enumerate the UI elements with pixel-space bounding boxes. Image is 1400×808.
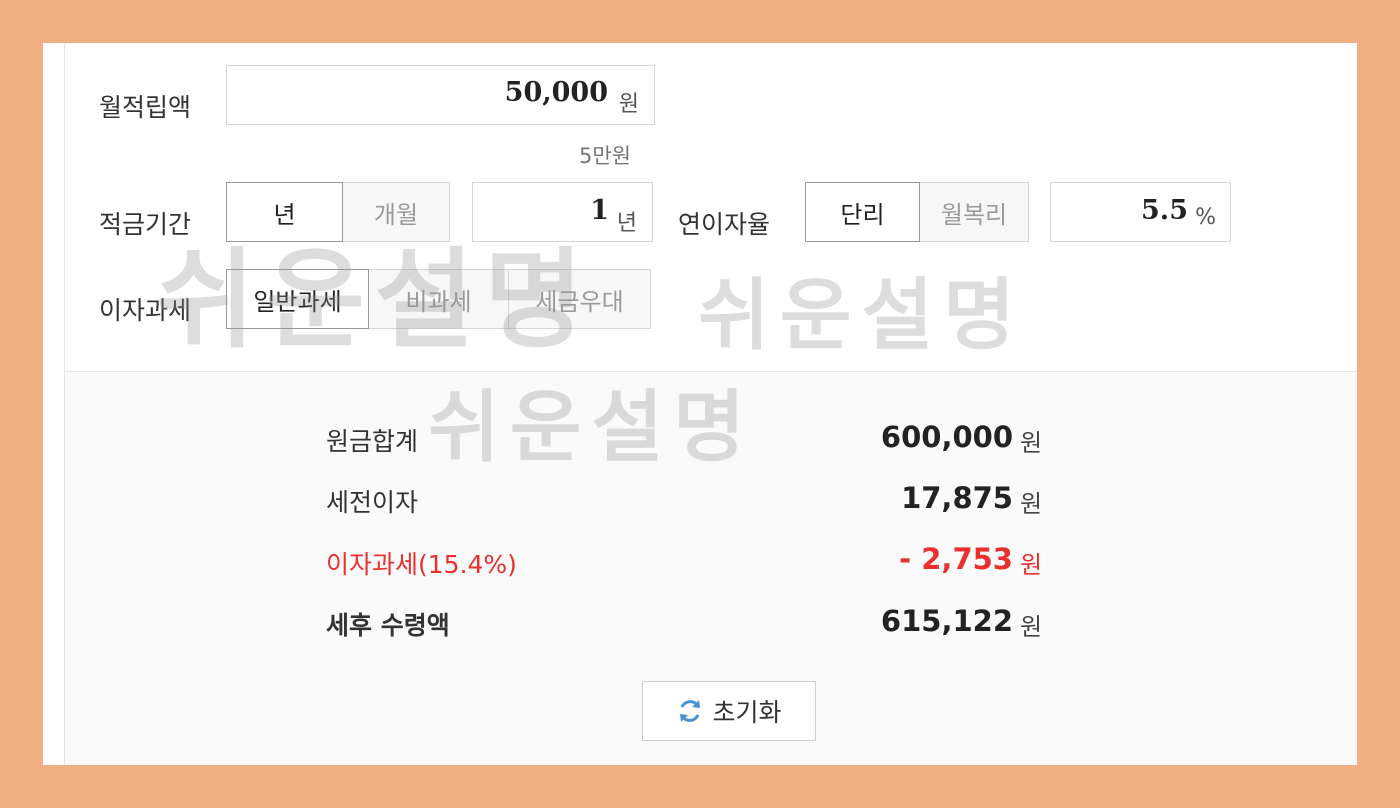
tax-preferential-button[interactable]: 세금우대	[508, 269, 651, 329]
pretax-interest-value: 17,875	[901, 481, 1013, 515]
rate-type-simple-button[interactable]: 단리	[805, 182, 920, 242]
after-tax-unit: 원	[1020, 613, 1043, 641]
after-tax-label: 세후 수령액	[326, 611, 450, 640]
tax-type-label: 이자과세	[99, 296, 192, 325]
after-tax-value: 615,122	[880, 604, 1013, 638]
monthly-label: 월적립액	[99, 93, 192, 122]
period-label: 적금기간	[99, 210, 192, 239]
principal-unit: 원	[1020, 429, 1043, 457]
reset-label: 초기화	[712, 698, 782, 727]
period-unit-year-button[interactable]: 년	[226, 182, 343, 242]
monthly-amount-hint: 5만원	[579, 144, 632, 168]
rate-label: 연이자율	[678, 210, 771, 239]
tax-exempt-button[interactable]: 비과세	[368, 269, 509, 329]
input-panel: 월적립액 50,000 원 5만원 적금기간 년 개월 1 년 연이자율 단리 …	[65, 43, 1357, 371]
interest-tax-label: 이자과세(15.4%)	[326, 550, 517, 579]
principal-value: 600,000	[880, 420, 1013, 454]
interest-tax-value: - 2,753	[899, 542, 1013, 576]
tax-general-button[interactable]: 일반과세	[226, 269, 369, 329]
calculator-frame: 월적립액 50,000 원 5만원 적금기간 년 개월 1 년 연이자율 단리 …	[43, 43, 1357, 765]
refresh-icon	[676, 697, 704, 725]
pretax-interest-unit: 원	[1020, 490, 1043, 518]
rate-value: 5.5	[1141, 195, 1188, 226]
period-unit-month-button[interactable]: 개월	[342, 182, 450, 242]
monthly-amount-unit: 원	[618, 92, 639, 117]
period-value: 1	[590, 195, 609, 226]
reset-button[interactable]: 초기화	[642, 681, 816, 741]
rate-unit: %	[1195, 205, 1216, 230]
pretax-interest-label: 세전이자	[326, 488, 419, 517]
monthly-amount-value: 50,000	[504, 77, 608, 108]
monthly-amount-input[interactable]: 50,000 원	[226, 65, 655, 125]
rate-type-monthly-compound-button[interactable]: 월복리	[919, 182, 1029, 242]
interest-tax-unit: 원	[1020, 551, 1043, 579]
principal-label: 원금합계	[326, 427, 419, 456]
rate-input[interactable]: 5.5 %	[1050, 182, 1231, 242]
period-unit: 년	[616, 211, 637, 236]
period-input[interactable]: 1 년	[472, 182, 653, 242]
